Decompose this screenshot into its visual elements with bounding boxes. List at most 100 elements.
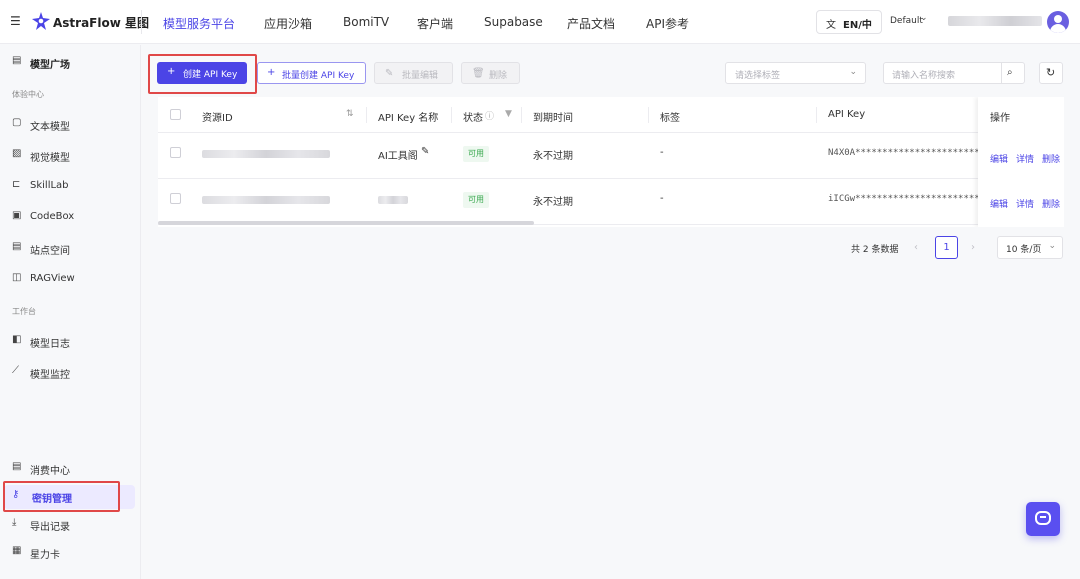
sidebar-item-ragview[interactable]: ◫ RAGView [0, 268, 141, 292]
delete-link[interactable]: 删除 [1042, 197, 1060, 210]
sidebar-item-vision-model[interactable]: ▨ 视觉模型 [0, 144, 141, 168]
chat-icon [1035, 511, 1051, 525]
row-name: AI工具阁 [378, 151, 418, 162]
sidebar-item-model-monitor[interactable]: ⟋ 模型监控 [0, 361, 141, 385]
nav-bomitv[interactable]: BomiTV [343, 15, 389, 29]
sidebar-item-model-square[interactable]: ▤ 模型广场 [0, 51, 141, 75]
nav-product-docs[interactable]: 产品文档 [567, 15, 615, 32]
detail-link[interactable]: 详情 [1016, 152, 1034, 165]
page-1-button[interactable]: 1 [935, 236, 958, 259]
row-checkbox[interactable] [170, 193, 181, 204]
row-checkbox[interactable] [170, 147, 181, 158]
search-placeholder: 请输入名称搜索 [892, 71, 956, 81]
chevron-down-icon[interactable]: ⌄ [920, 13, 928, 23]
document-icon: ▢ [12, 117, 22, 128]
sidebar-item-text-model[interactable]: ▢ 文本模型 [0, 113, 141, 137]
sidebar-item-label: 星力卡 [30, 550, 60, 561]
header-name: API Key 名称 [378, 113, 439, 124]
info-icon[interactable]: ⓘ [485, 109, 494, 122]
header-expiry: 到期时间 [533, 113, 573, 124]
page-size-select[interactable]: 10 条/页 ⌄ [997, 236, 1063, 259]
chat-support-button[interactable] [1026, 502, 1060, 536]
select-all-checkbox[interactable] [170, 109, 181, 120]
edit-link[interactable]: 编辑 [990, 152, 1008, 165]
refresh-icon: ↻ [1046, 66, 1056, 79]
header-actions: 操作 [990, 113, 1010, 124]
nav-api-reference[interactable]: API参考 [646, 15, 689, 32]
sidebar-item-codebox[interactable]: ▣ CodeBox [0, 206, 141, 230]
delete-label: 删除 [489, 71, 508, 81]
sidebar-section-experience: 体验中心 [12, 90, 44, 99]
code-icon: ▣ [12, 210, 22, 221]
detail-link[interactable]: 详情 [1016, 197, 1034, 210]
row-api-key: iICGw************************ [828, 194, 986, 204]
highlight-box-key-management [3, 481, 120, 512]
pencil-icon[interactable]: ✎ [421, 146, 429, 157]
top-navigation-bar: ☰ AstraFlow 星图 模型服务平台 应用沙箱 BomiTV 客户端 Su… [0, 0, 1080, 44]
table-row: 可用 永不过期 - iICGw************************ [158, 179, 1064, 225]
header-separator [816, 107, 817, 123]
header-api-key: API Key [828, 109, 866, 120]
sidebar-item-label: 导出记录 [30, 522, 70, 533]
trash-icon: 🗑 [472, 68, 485, 79]
menu-icon[interactable]: ☰ [10, 15, 22, 27]
resource-id-blurred [202, 196, 330, 204]
sidebar-item-site-space[interactable]: ▤ 站点空间 [0, 237, 141, 261]
user-name-blurred[interactable] [948, 16, 1042, 26]
table-header-row: 资源ID ⇅ API Key 名称 状态 ⓘ ▼ 到期时间 标签 API Key [158, 97, 1064, 133]
edit-link[interactable]: 编辑 [990, 197, 1008, 210]
horizontal-scrollbar[interactable] [158, 221, 534, 225]
sort-icon[interactable]: ⇅ [346, 109, 354, 119]
brand-name[interactable]: AstraFlow 星图 [53, 14, 149, 31]
filter-icon[interactable]: ▼ [505, 109, 512, 119]
sidebar-item-skilllab[interactable]: ⊏ SkillLab [0, 175, 141, 199]
prev-page-icon[interactable]: ‹ [914, 242, 918, 253]
chevron-down-icon: ⌄ [849, 67, 857, 77]
search-divider [1001, 63, 1002, 83]
avatar[interactable] [1047, 11, 1069, 33]
tag-select-placeholder: 请选择标签 [735, 71, 781, 81]
sidebar-item-model-logs[interactable]: ◧ 模型日志 [0, 330, 141, 354]
sidebar-item-star-card[interactable]: ▦ 星力卡 [0, 541, 141, 565]
card-icon: ▦ [12, 545, 22, 556]
plus-icon: + [267, 67, 276, 78]
nav-supabase[interactable]: Supabase [484, 15, 543, 29]
language-toggle-button[interactable]: 文 EN/中 [816, 10, 882, 34]
resource-id-blurred [202, 150, 330, 158]
row-name-blurred [378, 196, 408, 204]
nav-divider [141, 10, 142, 34]
edit-icon: ✎ [385, 68, 394, 79]
delete-link[interactable]: 删除 [1042, 152, 1060, 165]
nav-model-service-platform[interactable]: 模型服务平台 [163, 15, 235, 32]
actions-column: 操作 编辑 详情 删除 编辑 详情 删除 [978, 97, 1064, 227]
refresh-button[interactable]: ↻ [1039, 62, 1063, 84]
header-tags: 标签 [660, 113, 680, 124]
header-status: 状态 [463, 113, 483, 124]
sidebar-item-label: 站点空间 [30, 246, 70, 257]
status-badge: 可用 [463, 192, 489, 208]
batch-create-label: 批量创建 API Key [282, 71, 355, 81]
header-separator [648, 107, 649, 123]
row-api-key: N4X0A************************ [828, 148, 986, 158]
chevron-down-icon: ⌄ [1048, 241, 1056, 251]
store-icon: ▤ [12, 55, 22, 66]
workspace-selector[interactable]: Default [890, 16, 923, 26]
delete-button[interactable]: 🗑 删除 [461, 62, 520, 84]
nav-app-sandbox[interactable]: 应用沙箱 [264, 15, 312, 32]
api-key-table: 资源ID ⇅ API Key 名称 状态 ⓘ ▼ 到期时间 标签 API Key… [158, 97, 1064, 227]
header-separator [451, 107, 452, 123]
sidebar-item-billing[interactable]: ▤ 消费中心 [0, 457, 141, 481]
batch-edit-button[interactable]: ✎ 批量编辑 [374, 62, 453, 84]
pagination-total: 共 2 条数据 [851, 245, 899, 255]
nav-client[interactable]: 客户端 [417, 15, 453, 32]
tag-select[interactable]: 请选择标签 ⌄ [725, 62, 866, 84]
next-page-icon[interactable]: › [971, 242, 975, 253]
search-icon[interactable]: ⌕ [1007, 67, 1013, 78]
sidebar-item-label: 视觉模型 [30, 153, 70, 164]
sidebar-item-label: CodeBox [30, 211, 75, 222]
language-label: EN/中 [843, 20, 872, 31]
chat-dots [1040, 516, 1046, 518]
name-search-input[interactable]: 请输入名称搜索 ⌕ [883, 62, 1025, 84]
batch-create-api-key-button[interactable]: + 批量创建 API Key [257, 62, 366, 84]
sidebar-item-export-records[interactable]: ⤓ 导出记录 [0, 513, 141, 537]
